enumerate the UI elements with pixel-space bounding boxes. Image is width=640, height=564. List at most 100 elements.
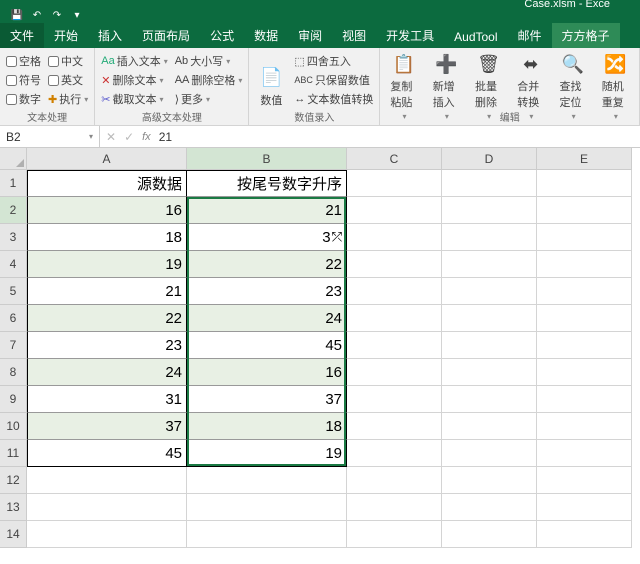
- name-box[interactable]: B2▾: [0, 126, 100, 147]
- cell-B10[interactable]: 18: [187, 413, 347, 440]
- col-header-C[interactable]: C: [347, 148, 442, 170]
- tab-mail[interactable]: 邮件: [508, 23, 552, 48]
- col-header-A[interactable]: A: [27, 148, 187, 170]
- tab-view[interactable]: 视图: [332, 23, 376, 48]
- cell-C5[interactable]: [347, 278, 442, 305]
- cell-C7[interactable]: [347, 332, 442, 359]
- cell-B8[interactable]: 16: [187, 359, 347, 386]
- cell-C13[interactable]: [347, 494, 442, 521]
- cell-A10[interactable]: 37: [27, 413, 187, 440]
- cell-B7[interactable]: 45: [187, 332, 347, 359]
- row-header-11[interactable]: 11: [0, 440, 27, 467]
- cell-B5[interactable]: 23: [187, 278, 347, 305]
- cell-D1[interactable]: [442, 170, 537, 197]
- row-header-2[interactable]: 2: [0, 197, 27, 224]
- tab-audtool[interactable]: AudTool: [444, 26, 507, 48]
- cell-A12[interactable]: [27, 467, 187, 494]
- btn-delete-text[interactable]: ✕删除文本▾: [99, 71, 169, 89]
- cell-C3[interactable]: [347, 224, 442, 251]
- cell-A2[interactable]: 16: [27, 197, 187, 224]
- cell-D10[interactable]: [442, 413, 537, 440]
- select-all-corner[interactable]: [0, 148, 27, 170]
- cell-E4[interactable]: [537, 251, 632, 278]
- cell-C14[interactable]: [347, 521, 442, 548]
- cell-E14[interactable]: [537, 521, 632, 548]
- cell-A4[interactable]: 19: [27, 251, 187, 278]
- cell-D8[interactable]: [442, 359, 537, 386]
- cell-B13[interactable]: [187, 494, 347, 521]
- cell-C12[interactable]: [347, 467, 442, 494]
- cell-D6[interactable]: [442, 305, 537, 332]
- cell-E13[interactable]: [537, 494, 632, 521]
- cell-B6[interactable]: 24: [187, 305, 347, 332]
- btn-delspace[interactable]: AA删除空格▾: [173, 71, 245, 89]
- cell-A9[interactable]: 31: [27, 386, 187, 413]
- cell-B3[interactable]: 3⤱: [187, 224, 347, 251]
- cell-B4[interactable]: 22: [187, 251, 347, 278]
- row-header-5[interactable]: 5: [0, 278, 27, 305]
- tab-file[interactable]: 文件: [0, 23, 44, 48]
- qat-more-icon[interactable]: ▾: [68, 7, 86, 23]
- cell-A14[interactable]: [27, 521, 187, 548]
- cell-A3[interactable]: 18: [27, 224, 187, 251]
- row-header-3[interactable]: 3: [0, 224, 27, 251]
- cell-C4[interactable]: [347, 251, 442, 278]
- cell-C9[interactable]: [347, 386, 442, 413]
- row-header-9[interactable]: 9: [0, 386, 27, 413]
- cell-E8[interactable]: [537, 359, 632, 386]
- cell-E3[interactable]: [537, 224, 632, 251]
- cell-B14[interactable]: [187, 521, 347, 548]
- tab-home[interactable]: 开始: [44, 23, 88, 48]
- cell-D13[interactable]: [442, 494, 537, 521]
- btn-case[interactable]: Ab大小写▾: [173, 52, 245, 70]
- cell-B1[interactable]: 按尾号数字升序: [187, 170, 347, 197]
- undo-icon[interactable]: ↶: [28, 7, 46, 23]
- tab-dev[interactable]: 开发工具: [376, 23, 444, 48]
- cell-D2[interactable]: [442, 197, 537, 224]
- cell-C8[interactable]: [347, 359, 442, 386]
- tab-fangfang[interactable]: 方方格子: [552, 23, 620, 48]
- cell-E1[interactable]: [537, 170, 632, 197]
- chk-english[interactable]: 英文: [46, 71, 90, 89]
- cell-E2[interactable]: [537, 197, 632, 224]
- tab-data[interactable]: 数据: [244, 23, 288, 48]
- cell-B2[interactable]: 21: [187, 197, 347, 224]
- cell-E7[interactable]: [537, 332, 632, 359]
- tab-insert[interactable]: 插入: [88, 23, 132, 48]
- cell-E5[interactable]: [537, 278, 632, 305]
- cell-C6[interactable]: [347, 305, 442, 332]
- col-header-E[interactable]: E: [537, 148, 632, 170]
- cell-A8[interactable]: 24: [27, 359, 187, 386]
- cell-D11[interactable]: [442, 440, 537, 467]
- cell-A5[interactable]: 21: [27, 278, 187, 305]
- cell-D9[interactable]: [442, 386, 537, 413]
- row-header-7[interactable]: 7: [0, 332, 27, 359]
- cell-E9[interactable]: [537, 386, 632, 413]
- btn-keepnum[interactable]: ABC只保留数值: [292, 71, 375, 89]
- cell-A1[interactable]: 源数据: [27, 170, 187, 197]
- cell-A11[interactable]: 45: [27, 440, 187, 467]
- col-header-D[interactable]: D: [442, 148, 537, 170]
- btn-cut-text[interactable]: ✂截取文本▾: [99, 90, 169, 108]
- row-header-8[interactable]: 8: [0, 359, 27, 386]
- col-header-B[interactable]: B: [187, 148, 347, 170]
- cell-A13[interactable]: [27, 494, 187, 521]
- formula-value[interactable]: 21: [159, 130, 172, 144]
- tab-review[interactable]: 审阅: [288, 23, 332, 48]
- cancel-icon[interactable]: ✕: [106, 130, 116, 144]
- cell-D14[interactable]: [442, 521, 537, 548]
- cell-C1[interactable]: [347, 170, 442, 197]
- row-header-4[interactable]: 4: [0, 251, 27, 278]
- cell-D3[interactable]: [442, 224, 537, 251]
- cell-C11[interactable]: [347, 440, 442, 467]
- cell-E6[interactable]: [537, 305, 632, 332]
- fx-icon[interactable]: fx: [142, 131, 151, 143]
- chk-number[interactable]: 数字: [4, 90, 43, 108]
- cell-C2[interactable]: [347, 197, 442, 224]
- cell-D7[interactable]: [442, 332, 537, 359]
- cell-E12[interactable]: [537, 467, 632, 494]
- btn-more[interactable]: ⟩更多▾: [173, 90, 245, 108]
- cell-D4[interactable]: [442, 251, 537, 278]
- btn-textnum[interactable]: ↔文本数值转换: [292, 90, 375, 108]
- cell-D12[interactable]: [442, 467, 537, 494]
